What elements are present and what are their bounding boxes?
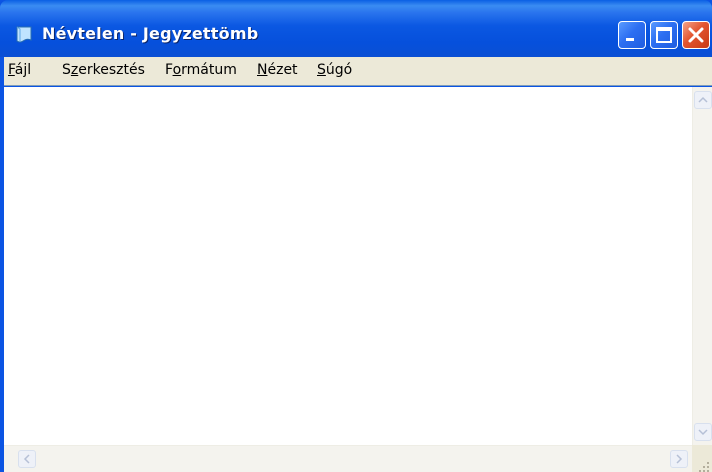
close-button[interactable]: [682, 21, 710, 49]
chevron-left-icon: [23, 454, 30, 464]
chevron-down-icon: [698, 429, 708, 436]
maximize-icon: [656, 27, 672, 43]
menu-bar: Fájl Szerkesztés Formátum Nézet Súgó: [4, 57, 712, 86]
minimize-button[interactable]: [618, 21, 646, 49]
window-title: Névtelen - Jegyzettömb: [42, 24, 259, 43]
resize-grip[interactable]: [692, 445, 712, 472]
chevron-up-icon: [698, 96, 708, 103]
menu-edit[interactable]: Szerkesztés: [62, 62, 145, 78]
title-bar[interactable]: Névtelen - Jegyzettömb: [0, 0, 712, 57]
scroll-right-button[interactable]: [670, 450, 688, 468]
minimize-icon: [626, 38, 634, 41]
text-editor[interactable]: [4, 87, 712, 472]
scroll-up-button[interactable]: [694, 91, 712, 109]
notepad-icon: [16, 26, 32, 43]
scroll-down-button[interactable]: [694, 423, 712, 441]
maximize-button[interactable]: [650, 21, 678, 49]
vertical-scrollbar[interactable]: [692, 87, 712, 445]
scroll-left-button[interactable]: [18, 450, 36, 468]
menu-view[interactable]: Nézet: [257, 62, 298, 78]
chevron-right-icon: [676, 454, 683, 464]
close-icon: [688, 27, 704, 43]
menu-help[interactable]: Súgó: [317, 62, 352, 78]
horizontal-scrollbar[interactable]: [4, 445, 692, 472]
menu-file[interactable]: Fájl: [8, 62, 31, 78]
resize-grip-icon: [699, 462, 709, 472]
menu-format[interactable]: Formátum: [165, 62, 237, 78]
notepad-window: Névtelen - Jegyzettömb Fájl Szerkesztés …: [0, 0, 712, 472]
